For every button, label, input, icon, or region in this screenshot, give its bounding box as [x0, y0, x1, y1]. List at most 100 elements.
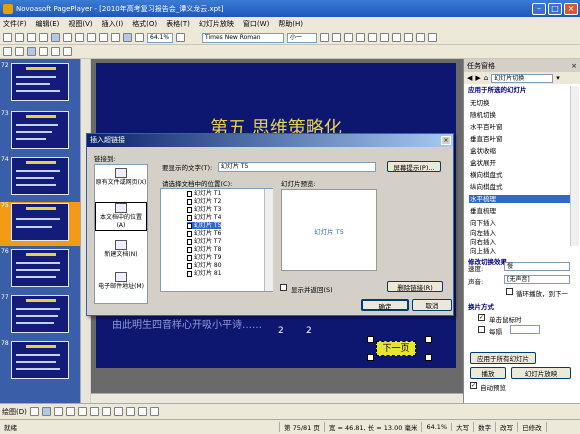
- resize-handle[interactable]: [367, 336, 374, 343]
- line-style-icon[interactable]: [137, 407, 147, 416]
- menu-view[interactable]: 视图(V): [68, 19, 92, 29]
- font-color-icon[interactable]: [428, 33, 437, 42]
- align-center-icon[interactable]: [368, 33, 377, 42]
- transition-item[interactable]: 无切换: [469, 99, 573, 107]
- tree-item[interactable]: 幻灯片 T2: [187, 198, 221, 205]
- bold-icon[interactable]: [320, 33, 329, 42]
- new-icon[interactable]: [3, 33, 12, 42]
- line-icon[interactable]: [53, 407, 63, 416]
- play-button[interactable]: 播放: [470, 367, 506, 379]
- undo-icon[interactable]: [99, 33, 108, 42]
- tree-scrollbar[interactable]: [264, 189, 273, 291]
- slide-thumbnail[interactable]: 78: [0, 340, 90, 384]
- show-return-checkbox[interactable]: [280, 284, 287, 291]
- close-icon[interactable]: ×: [571, 62, 577, 70]
- paste-icon[interactable]: [87, 33, 96, 42]
- tree-item[interactable]: 幻灯片 T9: [187, 254, 221, 261]
- close-button[interactable]: ×: [564, 2, 578, 15]
- rotate-icon[interactable]: [41, 407, 51, 416]
- every-input[interactable]: [510, 325, 540, 334]
- bullets-icon[interactable]: [392, 33, 401, 42]
- save-icon[interactable]: [27, 33, 36, 42]
- oval-icon[interactable]: [89, 407, 99, 416]
- slide-thumbnail[interactable]: 77: [0, 294, 90, 338]
- tool-icon[interactable]: [27, 47, 36, 56]
- minimize-button[interactable]: –: [532, 2, 546, 15]
- dash-style-icon[interactable]: [149, 407, 159, 416]
- loop-checkbox[interactable]: [506, 288, 513, 295]
- on-click-checkbox[interactable]: [478, 314, 485, 321]
- link-email-address[interactable]: 电子邮件地址(M): [95, 272, 147, 291]
- slideshow-button[interactable]: 幻灯片放映: [511, 367, 571, 379]
- chevron-down-icon[interactable]: ▾: [556, 74, 560, 82]
- slide-thumbnail-selected[interactable]: 75: [0, 202, 90, 246]
- link-existing-file[interactable]: 原有文件或网页(X): [95, 168, 147, 187]
- task-pane-dropdown[interactable]: 幻灯片切换: [491, 73, 554, 83]
- resize-handle[interactable]: [367, 354, 374, 361]
- transition-item[interactable]: 垂直百叶窗: [469, 135, 573, 143]
- tree-item[interactable]: 幻灯片 81: [187, 270, 222, 277]
- slide-thumbnail[interactable]: 72: [0, 62, 90, 106]
- redo-icon[interactable]: [111, 33, 120, 42]
- horizontal-scrollbar[interactable]: [91, 393, 463, 403]
- tree-item[interactable]: 幻灯片 T8: [187, 246, 221, 253]
- every-checkbox[interactable]: [478, 326, 485, 333]
- arrow-icon[interactable]: [65, 407, 75, 416]
- menu-edit[interactable]: 编辑(E): [36, 19, 60, 29]
- align-right-icon[interactable]: [380, 33, 389, 42]
- transition-item[interactable]: 向上插入: [469, 247, 573, 255]
- sound-select[interactable]: [无声音]: [504, 275, 570, 284]
- menu-file[interactable]: 文件(F): [3, 19, 27, 29]
- next-page-button[interactable]: 下一页: [376, 341, 416, 356]
- display-text-input[interactable]: 幻灯片 T5: [218, 162, 376, 172]
- font-size-select[interactable]: 小一: [287, 32, 317, 43]
- slide-thumbnail[interactable]: 73: [0, 110, 90, 154]
- transition-item[interactable]: 纵向棋盘式: [469, 183, 573, 191]
- slide-thumbnail[interactable]: 74: [0, 156, 90, 200]
- textbox-icon[interactable]: [101, 407, 111, 416]
- tool-icon[interactable]: [15, 47, 24, 56]
- font-select[interactable]: Times New Roman: [202, 32, 284, 43]
- cut-icon[interactable]: [63, 33, 72, 42]
- transition-scrollbar[interactable]: [570, 86, 579, 246]
- print-icon[interactable]: [39, 33, 48, 42]
- preview-icon[interactable]: [51, 33, 60, 42]
- tool-icon[interactable]: [39, 47, 48, 56]
- menu-insert[interactable]: 插入(I): [102, 19, 124, 29]
- tree-item[interactable]: 幻灯片 T6: [187, 230, 221, 237]
- transition-item[interactable]: 向右插入: [469, 238, 573, 246]
- fill-color-icon[interactable]: [113, 407, 123, 416]
- menu-slideshow[interactable]: 幻灯片放映: [199, 19, 234, 29]
- maximize-button[interactable]: □: [548, 2, 562, 15]
- tree-item[interactable]: 幻灯片 T7: [187, 238, 221, 245]
- copy-icon[interactable]: [75, 33, 84, 42]
- auto-preview-checkbox[interactable]: [470, 382, 477, 389]
- line-color-icon[interactable]: [125, 407, 135, 416]
- numbering-icon[interactable]: [404, 33, 413, 42]
- back-icon[interactable]: ◀: [467, 74, 472, 82]
- tool-icon[interactable]: [3, 47, 12, 56]
- home-icon[interactable]: ⌂: [484, 74, 488, 82]
- cancel-button[interactable]: 取消: [412, 299, 452, 311]
- speed-select[interactable]: 慢: [504, 262, 570, 271]
- transition-item[interactable]: 随机切换: [469, 111, 573, 119]
- dialog-close-icon[interactable]: ×: [441, 136, 451, 145]
- transition-item[interactable]: 向下插入: [469, 219, 573, 227]
- link-place-in-document[interactable]: 本文档中的位置(A): [95, 202, 147, 231]
- apply-all-button[interactable]: 应用于所有幻灯片: [470, 352, 536, 364]
- drawing-menu[interactable]: 绘图(D): [2, 407, 27, 417]
- image-icon[interactable]: [135, 33, 144, 42]
- transition-item[interactable]: 水平百叶窗: [469, 123, 573, 131]
- slide-thumbnail[interactable]: 76: [0, 248, 90, 292]
- transition-item[interactable]: 盒状展开: [469, 159, 573, 167]
- tree-item[interactable]: 幻灯片 T3: [187, 206, 221, 213]
- help-icon[interactable]: [176, 33, 185, 42]
- resize-handle[interactable]: [425, 336, 432, 343]
- remove-link-button[interactable]: 删除链接(R): [387, 281, 443, 292]
- zoom-select[interactable]: 64.1%: [147, 32, 173, 43]
- italic-icon[interactable]: [332, 33, 341, 42]
- menu-help[interactable]: 帮助(H): [278, 19, 303, 29]
- underline-icon[interactable]: [344, 33, 353, 42]
- tree-item-selected[interactable]: 幻灯片 T5: [187, 222, 222, 229]
- forward-icon[interactable]: ▶: [475, 74, 480, 82]
